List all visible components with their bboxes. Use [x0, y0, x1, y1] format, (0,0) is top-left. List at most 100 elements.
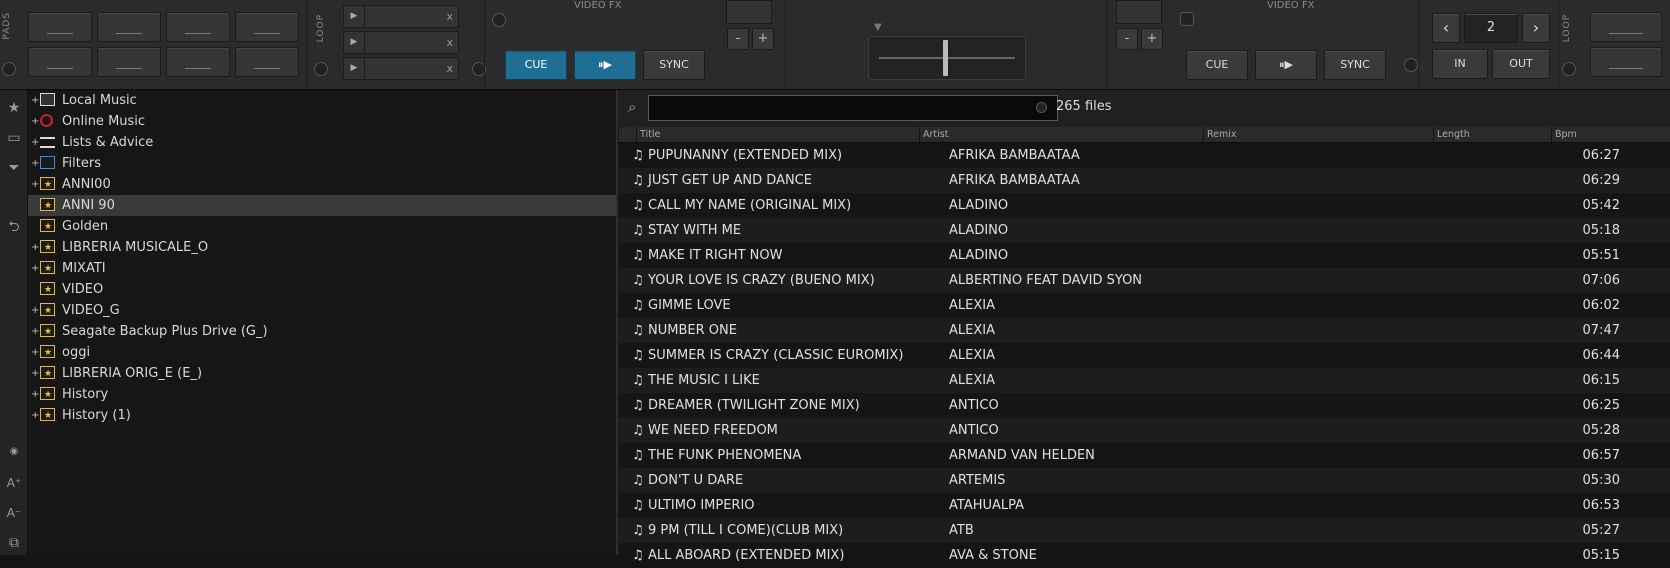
crossfader-handle[interactable] — [943, 40, 948, 76]
search-icon[interactable]: ⌕ — [628, 98, 636, 116]
pads-knob[interactable] — [2, 62, 16, 76]
loop-knob-right[interactable] — [1562, 62, 1576, 76]
play-icon[interactable]: ▶ — [344, 6, 365, 27]
tree-item[interactable]: + History (1) — [28, 405, 616, 427]
pad-1[interactable] — [28, 12, 92, 42]
tree-item[interactable]: + Local Music — [28, 90, 616, 111]
pad-5[interactable] — [28, 47, 92, 77]
loop-slot-1[interactable]: ▶ x — [343, 5, 459, 28]
expand-icon[interactable]: + — [31, 300, 39, 321]
expand-icon[interactable]: + — [31, 342, 39, 363]
cue-button-left[interactable]: CUE — [505, 50, 567, 80]
close-icon[interactable]: x — [446, 6, 453, 27]
close-icon[interactable]: x — [446, 58, 453, 79]
pad-8[interactable] — [235, 47, 299, 77]
expand-icon[interactable]: + — [31, 321, 39, 342]
table-row[interactable]: ♫ DREAMER (TWILIGHT ZONE MIX) ANTICO 06:25 — [618, 393, 1670, 418]
loop-slot-2[interactable]: ▶ x — [343, 31, 459, 54]
table-row[interactable]: ♫ YOUR LOVE IS CRAZY (BUENO MIX) ALBERTINO… — [618, 268, 1670, 293]
fx-minus-button[interactable]: - — [727, 28, 749, 50]
filter-icon[interactable]: ⏷ — [4, 158, 24, 178]
fx-plus-button-right[interactable]: + — [1141, 28, 1163, 50]
loop-in-button[interactable]: IN — [1432, 49, 1488, 79]
loop-size-display[interactable]: 2 — [1464, 13, 1518, 43]
pad-right-1[interactable] — [1590, 12, 1662, 42]
expand-icon[interactable]: + — [31, 153, 39, 174]
cue-button-right[interactable]: CUE — [1186, 50, 1248, 80]
table-row[interactable]: ♫ MAKE IT RIGHT NOW ALADINO 05:51 — [618, 243, 1670, 268]
column-artist[interactable]: Artist — [919, 127, 1203, 142]
play-pause-button-right[interactable]: ⏸▶ — [1255, 50, 1317, 80]
text-size-up-icon[interactable]: A⁺ — [4, 473, 24, 493]
expand-icon[interactable]: + — [31, 111, 39, 132]
add-folder-icon[interactable]: ▭ — [4, 128, 24, 148]
tree-item[interactable]: Golden — [28, 216, 616, 238]
expand-icon[interactable]: + — [31, 405, 39, 426]
search-options-icon[interactable] — [1036, 102, 1047, 113]
pad-6[interactable] — [97, 47, 161, 77]
pad-3[interactable] — [166, 12, 230, 42]
loop-knob[interactable] — [314, 62, 328, 76]
expand-icon[interactable]: + — [31, 90, 39, 111]
search-input[interactable] — [648, 95, 1058, 121]
pad-2[interactable] — [97, 12, 161, 42]
column-length[interactable]: Length — [1433, 127, 1551, 142]
text-size-down-icon[interactable]: A⁻ — [4, 503, 24, 523]
loop-next-button[interactable]: › — [1522, 13, 1550, 43]
column-bpm[interactable]: Bpm — [1551, 127, 1670, 142]
tree-item[interactable]: + VIDEO_G — [28, 300, 616, 322]
crossfader[interactable] — [868, 36, 1026, 80]
tree-item[interactable]: + Online Music — [28, 111, 616, 132]
table-row[interactable]: ♫ 9 PM (TILL I COME)(CLUB MIX) ATB 05:27 — [618, 518, 1670, 543]
expand-icon[interactable]: + — [31, 237, 39, 258]
expand-icon[interactable]: + — [31, 132, 39, 153]
table-row[interactable]: ♫ STAY WITH ME ALADINO 05:18 — [618, 218, 1670, 243]
window-icon[interactable]: ⧉ — [4, 533, 24, 553]
back-icon[interactable]: ⮌ — [4, 217, 24, 237]
play-pause-button-left[interactable]: ⏸▶ — [574, 50, 636, 80]
play-icon[interactable]: ▶ — [344, 58, 365, 79]
tree-item[interactable]: VIDEO — [28, 279, 616, 301]
table-row[interactable]: ♫ THE MUSIC I LIKE ALEXIA 06:15 — [618, 368, 1670, 393]
fx-slider-left[interactable] — [726, 0, 772, 24]
tree-item[interactable]: + LIBRERIA ORIG_E (E_) — [28, 363, 616, 385]
table-row[interactable]: ♫ SUMMER IS CRAZY (CLASSIC EUROMIX) ALEXIA… — [618, 343, 1670, 368]
tree-item[interactable]: + LIBRERIA MUSICALE_O — [28, 237, 616, 259]
stop-icon[interactable] — [492, 13, 506, 27]
pad-7[interactable] — [166, 47, 230, 77]
column-icon[interactable] — [618, 127, 636, 142]
play-icon[interactable]: ▶ — [344, 32, 365, 53]
tree-item[interactable]: + Seagate Backup Plus Drive (G_) — [28, 321, 616, 343]
settings-knob-icon[interactable]: ◉ — [4, 442, 24, 462]
table-row[interactable]: ♫ ULTIMO IMPERIO ATAHUALPA 06:53 — [618, 493, 1670, 518]
expand-icon[interactable]: + — [31, 174, 39, 195]
tree-item[interactable]: + ANNI00 — [28, 174, 616, 196]
favorites-icon[interactable]: ★ — [4, 98, 24, 118]
table-row[interactable]: ♫ JUST GET UP AND DANCE AFRIKA BAMBAATAA 06… — [618, 168, 1670, 193]
loop-prev-button[interactable]: ‹ — [1432, 13, 1460, 43]
column-title[interactable]: Title — [636, 127, 919, 142]
table-row[interactable]: ♫ NUMBER ONE ALEXIA 07:47 — [618, 318, 1670, 343]
pad-4[interactable] — [235, 12, 299, 42]
expand-icon[interactable]: + — [31, 363, 39, 384]
tree-item[interactable]: + oggi — [28, 342, 616, 364]
table-row[interactable]: ♫ DON'T U DARE ARTEMIS 05:30 — [618, 468, 1670, 493]
tree-item[interactable]: + History — [28, 384, 616, 406]
table-row[interactable]: ♫ PUPUNANNY (EXTENDED MIX) AFRIKA BAMBAATA… — [618, 143, 1670, 168]
sync-button-right[interactable]: SYNC — [1324, 50, 1386, 80]
loop-out-button[interactable]: OUT — [1492, 49, 1550, 79]
sync-settings-icon[interactable] — [1404, 58, 1418, 72]
tree-item[interactable]: + Filters — [28, 153, 616, 174]
fx-minus-button-right[interactable]: - — [1116, 28, 1138, 50]
tree-item[interactable]: + MIXATI — [28, 258, 616, 280]
close-icon[interactable]: x — [446, 32, 453, 53]
table-row[interactable]: ♫ WE NEED FREEDOM ANTICO 05:28 — [618, 418, 1670, 443]
copy-icon[interactable] — [1180, 12, 1194, 26]
tree-item[interactable]: ANNI 90 — [28, 195, 616, 217]
pad-right-2[interactable] — [1590, 47, 1662, 77]
fx-plus-button[interactable]: + — [752, 28, 774, 50]
table-row[interactable]: ♫ THE FUNK PHENOMENA ARMAND VAN HELDEN 06:5… — [618, 443, 1670, 468]
expand-icon[interactable]: + — [31, 258, 39, 279]
table-row[interactable]: ♫ GIMME LOVE ALEXIA 06:02 — [618, 293, 1670, 318]
expand-icon[interactable]: + — [31, 384, 39, 405]
